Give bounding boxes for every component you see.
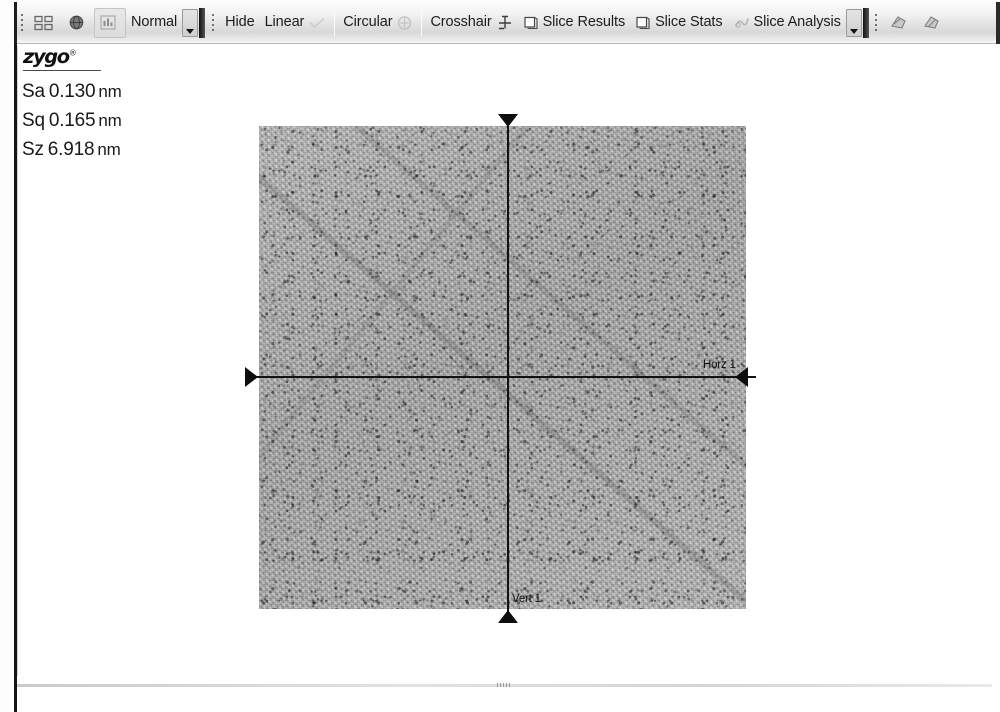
tile-windows-button[interactable] xyxy=(29,8,63,38)
panel-inner-border xyxy=(17,46,18,676)
main-toolbar: Normal Hide Linear Circular Crosshair Sl… xyxy=(14,2,1000,44)
toolbar-right-edge xyxy=(996,2,1000,44)
toolbar-left-edge xyxy=(14,2,17,44)
horizontal-slice-handle-left[interactable] xyxy=(245,367,258,387)
panel-bottom-edge xyxy=(14,686,16,689)
surface-map-image[interactable] xyxy=(259,126,746,609)
slice-results-icon xyxy=(523,16,538,30)
toolbar-grip-slice[interactable] xyxy=(208,10,217,36)
display-mode-button[interactable]: Normal xyxy=(126,8,182,38)
slice-analysis-icon xyxy=(734,18,749,28)
linear-slice-label: Linear xyxy=(264,14,305,31)
crosshair-label: Crosshair xyxy=(430,14,492,31)
application-window: Normal Hide Linear Circular Crosshair Sl… xyxy=(0,0,1000,712)
surface-map-button[interactable] xyxy=(884,8,917,38)
surface-map-icon xyxy=(890,16,906,29)
crosshair-icon xyxy=(498,15,511,30)
bar-chart-icon xyxy=(100,15,116,30)
tile-windows-icon xyxy=(34,15,53,30)
vertical-slice-label: Vert 1 xyxy=(512,593,541,605)
linear-slice-button[interactable]: Linear xyxy=(260,8,332,38)
slice-group-dropdown[interactable] xyxy=(845,8,862,37)
slice-stats-button[interactable]: Slice Stats xyxy=(630,8,727,38)
stat-unit-sa: nm xyxy=(98,82,122,101)
toolbar-divider-bar xyxy=(199,7,206,38)
stat-value-sq: 0.165 xyxy=(48,109,96,131)
globe-button[interactable] xyxy=(63,8,94,38)
vertical-slice-handle-bottom[interactable] xyxy=(498,610,518,623)
zygo-logo-text: zygo® xyxy=(23,48,135,67)
stat-value-sa: 0.130 xyxy=(48,81,96,102)
stat-row-sa: Sa 0.130 nm xyxy=(22,82,122,102)
toolbar-grip-analysis[interactable] xyxy=(872,10,881,36)
zygo-wordmark: zygo xyxy=(23,46,70,68)
hide-label: Hide xyxy=(225,14,255,31)
vertical-slice-line[interactable] xyxy=(507,118,509,623)
globe-icon xyxy=(69,15,84,30)
bar-chart-button[interactable] xyxy=(94,7,126,38)
linear-slice-icon xyxy=(309,17,325,28)
slice-stats-icon xyxy=(636,16,650,30)
hide-button[interactable]: Hide xyxy=(220,8,259,38)
surface-statistics: Sa 0.130 nm Sq 0.165 nm Sz 6.918 nm xyxy=(22,82,122,160)
toolbar-separator-2 xyxy=(421,9,423,36)
display-mode-label: Normal xyxy=(131,14,178,31)
registered-mark: ® xyxy=(68,48,77,58)
circular-slice-button[interactable]: Circular xyxy=(338,8,418,38)
toolbar-separator-1 xyxy=(334,9,336,36)
stat-row-sz: Sz 6.918 nm xyxy=(22,138,122,160)
circular-slice-label: Circular xyxy=(343,14,393,31)
horizontal-slice-line[interactable] xyxy=(248,376,756,378)
stat-label-sz: Sz xyxy=(22,138,44,160)
zygo-logo: zygo® xyxy=(23,48,133,71)
stat-value-sz: 6.918 xyxy=(47,138,95,160)
stat-unit-sz: nm xyxy=(97,139,121,159)
horizontal-slice-label: Horz 1 xyxy=(703,359,736,371)
stat-label-sa: Sa xyxy=(22,81,45,102)
slice-results-button[interactable]: Slice Results xyxy=(518,8,631,38)
display-mode-dropdown[interactable] xyxy=(182,8,199,37)
vertical-slice-handle-top[interactable] xyxy=(498,114,518,127)
stat-unit-sq: nm xyxy=(98,110,122,130)
surface-map-alt-icon xyxy=(923,16,939,29)
slice-stats-label: Slice Stats xyxy=(655,14,723,31)
slice-analysis-label: Slice Analysis xyxy=(753,14,841,31)
stat-label-sq: Sq xyxy=(22,109,45,131)
toolbar-divider-bar-2 xyxy=(862,7,869,38)
circular-slice-icon xyxy=(398,15,412,30)
surface-texture xyxy=(259,126,746,609)
panel-splitter-grip[interactable] xyxy=(492,682,514,687)
stat-row-sq: Sq 0.165 nm xyxy=(22,109,122,131)
surface-map-alt-button[interactable] xyxy=(917,8,950,38)
horizontal-slice-handle-right[interactable] xyxy=(735,367,748,387)
logo-underline xyxy=(23,70,101,71)
slice-results-label: Slice Results xyxy=(542,14,626,31)
crosshair-button[interactable]: Crosshair xyxy=(425,8,517,38)
slice-analysis-button[interactable]: Slice Analysis xyxy=(728,8,846,38)
toolbar-grip-view[interactable] xyxy=(17,10,26,36)
